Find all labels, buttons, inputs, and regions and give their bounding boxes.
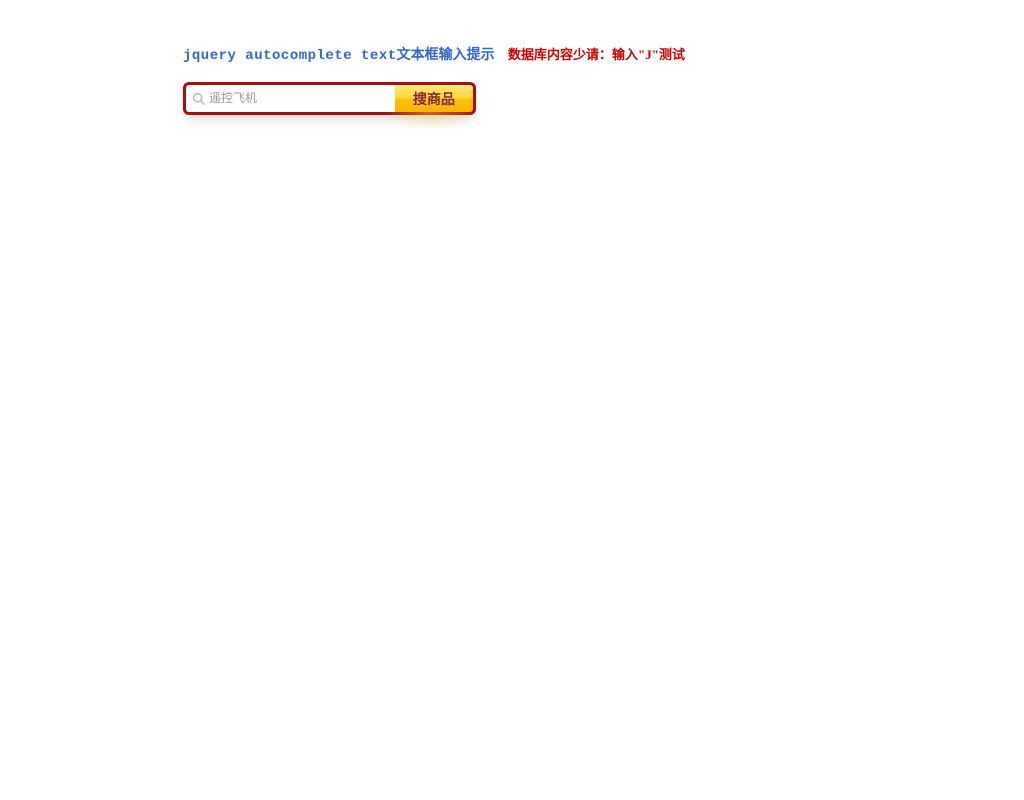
search-icon	[192, 92, 205, 105]
search-input[interactable]	[209, 85, 395, 112]
title-hint: 数据库内容少请：输入"J"测试	[508, 47, 685, 62]
search-button[interactable]: 搜商品	[395, 85, 473, 112]
button-glow	[383, 112, 478, 130]
page-title: jquery autocomplete text文本框输入提示 数据库内容少请：…	[183, 44, 1024, 64]
search-bar: 搜商品	[183, 82, 476, 115]
search-input-container	[186, 85, 395, 112]
title-english-part: jquery autocomplete text	[183, 48, 397, 64]
title-chinese-part: 文本框输入提示	[397, 48, 495, 63]
